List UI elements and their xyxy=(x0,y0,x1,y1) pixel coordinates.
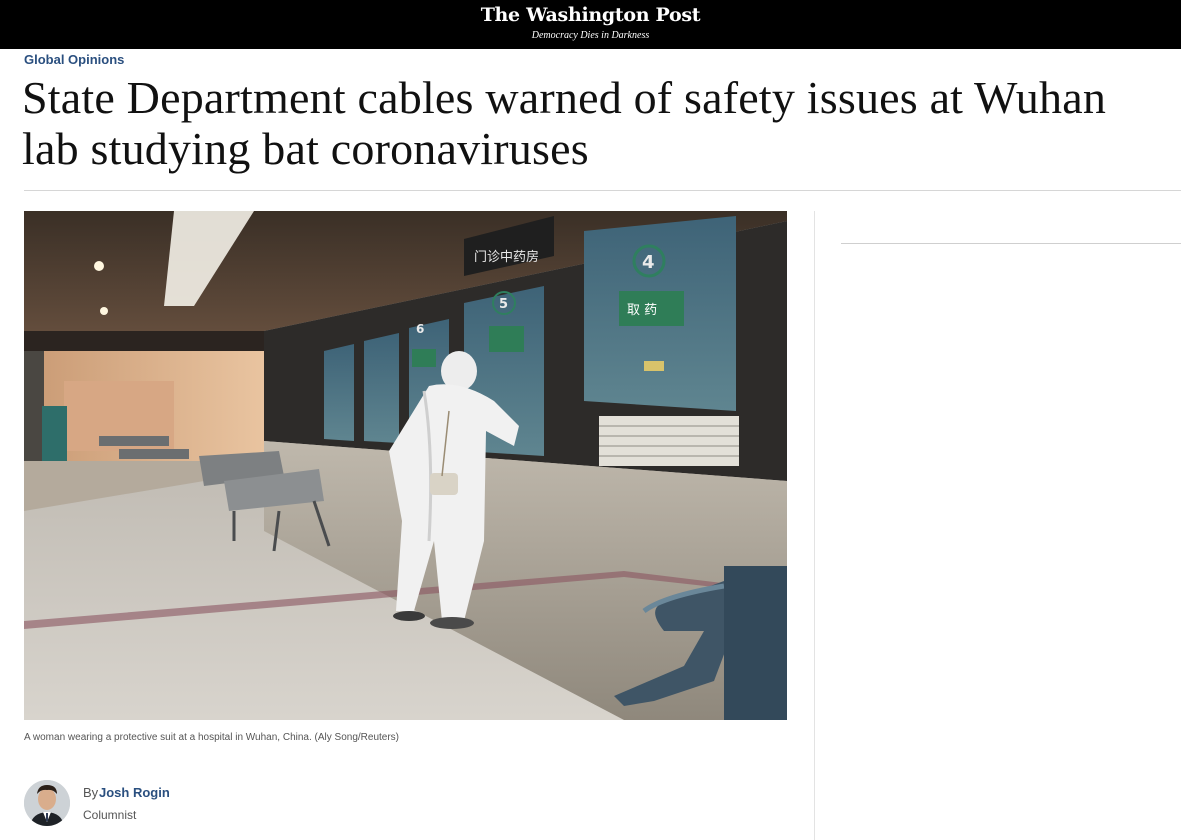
author-link[interactable]: Josh Rogin xyxy=(99,785,170,800)
sidebar-rule xyxy=(841,243,1181,244)
pickup-sign-window-4: 取 药 xyxy=(627,303,657,318)
headline-divider xyxy=(24,190,1181,191)
section-link[interactable]: Global Opinions xyxy=(24,52,124,67)
column-divider xyxy=(814,211,815,840)
article-headline: State Department cables warned of safety… xyxy=(22,72,1181,174)
pharmacy-sign-text: 门诊中药房 xyxy=(474,249,539,265)
window-6-number: 6 xyxy=(416,322,424,336)
author-role: Columnist xyxy=(83,808,137,822)
masthead: The Washington Post Democracy Dies in Da… xyxy=(0,0,1181,49)
window-4-number: 4 xyxy=(642,252,655,273)
photo-caption: A woman wearing a protective suit at a h… xyxy=(24,732,400,743)
headline-line-2: lab studying bat coronaviruses xyxy=(22,123,589,174)
byline-prefix: By xyxy=(83,785,99,800)
site-logo[interactable]: The Washington Post xyxy=(0,4,1181,26)
hospital-scene-image: 门诊中药房 4 取 药 5 6 xyxy=(24,211,787,720)
headline-line-1: State Department cables warned of safety… xyxy=(22,72,1107,123)
site-tagline: Democracy Dies in Darkness xyxy=(531,30,650,41)
byline: By Josh Rogin Columnist xyxy=(24,780,324,826)
window-5-number: 5 xyxy=(499,297,508,312)
author-avatar[interactable] xyxy=(24,780,70,826)
lead-photo: 门诊中药房 4 取 药 5 6 xyxy=(24,211,787,720)
author-headshot-image xyxy=(24,780,70,826)
